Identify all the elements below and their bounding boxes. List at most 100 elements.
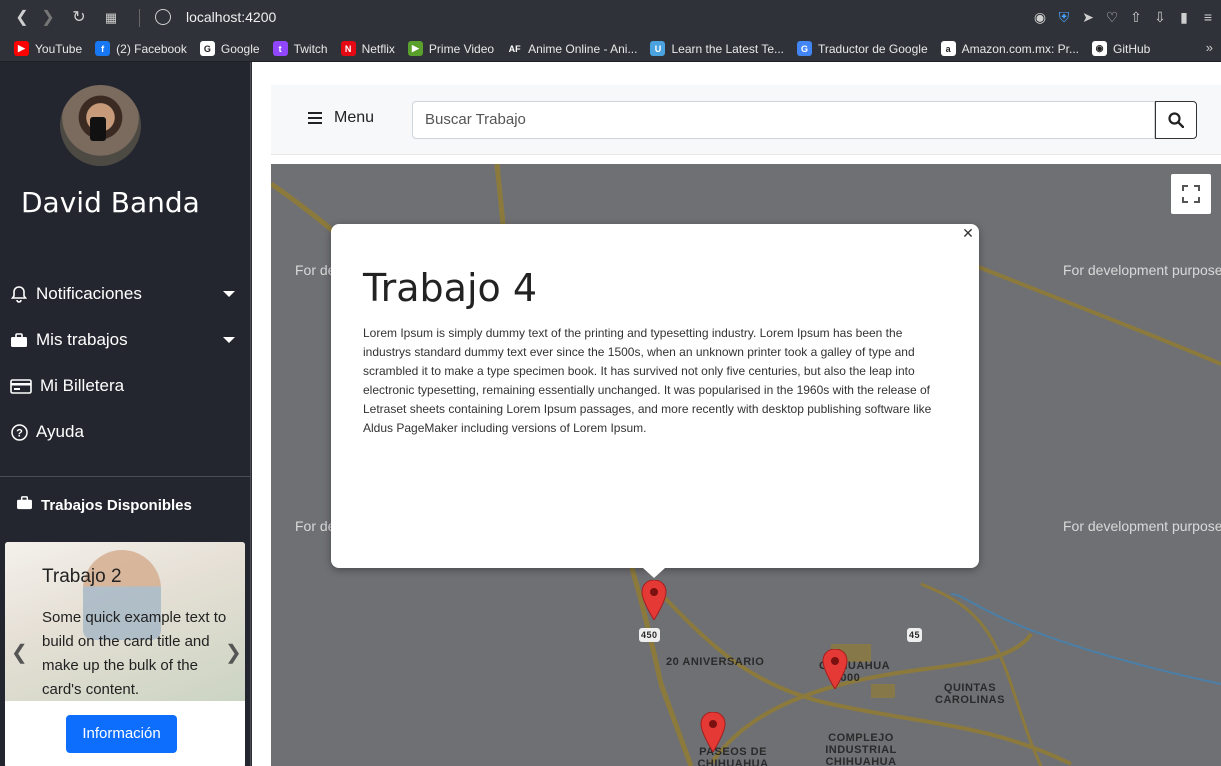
sidebar-item-label: Notificaciones xyxy=(36,284,142,303)
menu-button[interactable]: Menu xyxy=(308,109,374,127)
bookmark-label: Learn the Latest Te... xyxy=(671,41,784,56)
bookmark-favicon-icon: a xyxy=(940,41,956,56)
bookmark-item[interactable]: ◉ GitHub xyxy=(1092,41,1150,56)
main-content: Menu Buscar Trabajo For development purp… xyxy=(252,62,1221,766)
menu-icon[interactable]: ≡ xyxy=(1199,8,1217,26)
bookmark-label: Prime Video xyxy=(428,41,495,56)
bookmark-item[interactable]: f (2) Facebook xyxy=(95,41,187,56)
share-icon[interactable]: ⇧ xyxy=(1127,8,1145,26)
map[interactable]: For development purposes only For develo… xyxy=(271,164,1221,766)
bookmark-label: Twitch xyxy=(293,41,328,56)
sidebar-item-label: Mi Billetera xyxy=(40,376,125,395)
card-text: Some quick example text to build on the … xyxy=(42,609,227,698)
send-icon[interactable]: ➤ xyxy=(1079,8,1097,26)
forward-icon[interactable]: ❯ xyxy=(38,8,58,28)
bookmark-item[interactable]: G Traductor de Google xyxy=(797,41,928,56)
map-marker[interactable] xyxy=(822,649,848,689)
map-info-window: ✕ Trabajo 4 Lorem Ipsum is simply dummy … xyxy=(331,224,979,578)
bookmark-label: Anime Online - Ani... xyxy=(528,41,638,56)
fullscreen-button[interactable] xyxy=(1171,174,1211,214)
bookmark-favicon-icon: G xyxy=(199,41,215,56)
sidebar-item-mi-billetera[interactable]: Mi Billetera xyxy=(10,376,235,396)
fullscreen-icon xyxy=(1182,185,1200,203)
sidebar: David Banda Notificaciones Mis trabajos … xyxy=(0,62,251,766)
search-input[interactable]: Buscar Trabajo xyxy=(412,101,1155,139)
sidebar-item-ayuda[interactable]: ? Ayuda xyxy=(10,422,235,442)
bookmark-item[interactable]: t Twitch xyxy=(272,41,328,56)
map-watermark: For development purposes only xyxy=(1063,262,1221,278)
address-bar[interactable]: localhost:4200 xyxy=(186,9,276,25)
bookmark-item[interactable]: ▶ YouTube xyxy=(14,41,82,56)
map-label: QUINTAS CAROLINAS xyxy=(935,682,1005,706)
map-label: 20 ANIVERSARIO xyxy=(666,656,765,668)
svg-text:?: ? xyxy=(16,427,23,439)
sidebar-item-label: Mis trabajos xyxy=(36,330,128,349)
bookmark-item[interactable]: AF Anime Online - Ani... xyxy=(507,41,637,56)
map-marker[interactable] xyxy=(700,712,726,752)
top-navbar: Menu Buscar Trabajo xyxy=(271,85,1221,155)
bookmark-favicon-icon: AF xyxy=(507,41,523,56)
back-icon[interactable]: ❮ xyxy=(12,8,32,28)
caret-down-icon xyxy=(223,291,235,297)
hamburger-icon xyxy=(308,112,324,124)
globe-icon xyxy=(155,9,171,25)
sidebar-item-label: Ayuda xyxy=(36,422,84,441)
bookmark-label: Amazon.com.mx: Pr... xyxy=(961,41,1079,56)
carousel-prev-icon[interactable]: ❮ xyxy=(11,642,28,664)
bookmark-label: YouTube xyxy=(35,41,83,56)
carousel-next-icon[interactable]: ❯ xyxy=(225,642,242,664)
bookmark-item[interactable]: ▶ Prime Video xyxy=(407,41,495,56)
heart-icon[interactable]: ♡ xyxy=(1103,8,1121,26)
shield-icon[interactable]: ⛨ xyxy=(1055,8,1073,26)
caret-down-icon xyxy=(223,337,235,343)
info-window-title: Trabajo 4 xyxy=(363,266,538,310)
bookmark-label: GitHub xyxy=(1113,41,1151,56)
bookmark-favicon-icon: G xyxy=(797,41,812,56)
browser-toolbar: ❮ ❯ ↻ ▦ localhost:4200 ◉ ⛨ ➤ ♡ ⇧ ⇩ ▮ ≡ xyxy=(0,0,1221,36)
highway-shield: 45 xyxy=(907,628,923,642)
bookmark-favicon-icon: U xyxy=(650,41,666,56)
bookmark-item[interactable]: G Google xyxy=(199,41,260,56)
map-marker[interactable] xyxy=(641,580,667,620)
info-button[interactable]: Información xyxy=(66,715,177,753)
bookmark-label: (2) Facebook xyxy=(116,41,187,56)
bookmark-favicon-icon: f xyxy=(95,41,111,56)
bookmark-label: Traductor de Google xyxy=(818,41,928,56)
toolbar-divider xyxy=(139,9,140,27)
bookmark-label: Google xyxy=(220,41,260,56)
camera-icon[interactable]: ◉ xyxy=(1031,8,1049,26)
map-label: COMPLEJO INDUSTRIAL CHIHUAHUA xyxy=(825,732,897,766)
bookmarks-bar: ▶ YouTube f (2) Facebook G Google t Twitch N Netf… xyxy=(0,36,1221,62)
bookmark-favicon-icon: ▶ xyxy=(14,41,29,56)
more-bookmarks-icon[interactable]: » xyxy=(1206,40,1213,55)
sidebar-item-notificaciones[interactable]: Notificaciones xyxy=(10,284,235,304)
bookmark-favicon-icon: ◉ xyxy=(1092,41,1107,56)
bookmark-item[interactable]: N Netflix xyxy=(340,41,395,56)
bookmark-item[interactable]: U Learn the Latest Te... xyxy=(650,41,784,56)
briefcase-icon xyxy=(16,496,33,514)
avatar xyxy=(60,85,141,166)
available-jobs-heading: Trabajos Disponibles xyxy=(16,496,192,514)
close-icon[interactable]: ✕ xyxy=(961,226,975,240)
sidebar-divider xyxy=(0,476,251,477)
highway-shield: 450 xyxy=(639,628,660,642)
map-watermark: For development purposes only xyxy=(1063,518,1221,534)
bookmark-label: Netflix xyxy=(361,41,395,56)
browser-actions: ◉ ⛨ ➤ ♡ ⇧ ⇩ ▮ ≡ xyxy=(1031,8,1217,26)
bell-icon xyxy=(10,285,28,303)
battery-icon: ▮ xyxy=(1180,9,1188,25)
job-card: Trabajo 2 Some quick example text to bui… xyxy=(5,542,245,766)
sidebar-item-mis-trabajos[interactable]: Mis trabajos xyxy=(10,330,235,350)
bookmark-favicon-icon: N xyxy=(340,41,356,56)
info-window-text: Lorem Ipsum is simply dummy text of the … xyxy=(363,326,932,435)
search-button[interactable] xyxy=(1155,101,1197,139)
tabs-grid-icon[interactable]: ▦ xyxy=(101,8,121,28)
download-icon[interactable]: ⇩ xyxy=(1151,8,1169,26)
question-icon: ? xyxy=(10,423,28,441)
wallet-icon xyxy=(10,377,32,395)
available-jobs-label: Trabajos Disponibles xyxy=(41,496,192,514)
bookmark-item[interactable]: a Amazon.com.mx: Pr... xyxy=(940,41,1079,56)
briefcase-icon xyxy=(10,331,28,349)
reload-icon[interactable]: ↻ xyxy=(69,8,89,28)
bookmark-favicon-icon: ▶ xyxy=(407,41,423,56)
